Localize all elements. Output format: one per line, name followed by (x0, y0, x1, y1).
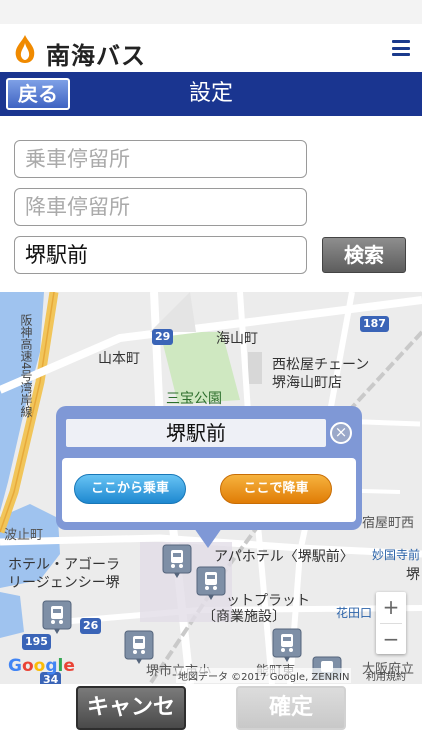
map-label: ホテル・アゴーラ (8, 557, 120, 573)
google-logo-letter: g (45, 656, 58, 676)
route-shield: 187 (360, 316, 389, 332)
map-label: 花田口 (336, 606, 373, 620)
map-label: 山本町 (98, 351, 140, 367)
map-label: 阪神高速4号湾岸線 (19, 314, 33, 418)
close-icon[interactable]: × (330, 422, 352, 444)
google-logo: Google (8, 656, 75, 676)
title-bar: 設定 戻る (0, 72, 422, 116)
map-label: アパホテル〈堺駅前〉 (214, 549, 354, 565)
google-logo-letter: e (63, 656, 75, 676)
back-button[interactable]: 戻る (6, 78, 70, 110)
cancel-button[interactable]: キャンセル (76, 686, 186, 750)
popup-tail (194, 528, 222, 548)
map-label: 妙国寺前 (372, 548, 421, 562)
bus-stop-marker-icon[interactable] (162, 544, 192, 578)
map-label: 〔商業施設〕 (202, 609, 286, 625)
board-here-button[interactable]: ここから乗車 (74, 474, 186, 504)
map-label: 西松屋チェーン (272, 357, 370, 373)
popup-body: ここから乗車 ここで降車 (62, 458, 356, 522)
search-button[interactable]: 検索 (322, 237, 406, 273)
map-label: 海山町 (216, 331, 258, 347)
brand-bar: 南海バス (0, 24, 422, 72)
google-logo-letter: o (21, 656, 34, 676)
route-shield: 195 (22, 634, 51, 650)
board-stop-field[interactable]: 乗車停留所 (14, 140, 307, 178)
bus-stop-marker-icon[interactable] (42, 600, 72, 634)
confirm-button[interactable]: 確定 (236, 686, 346, 730)
google-logo-letter: G (8, 656, 22, 676)
map-attribution: 地図データ ©2017 Google, ZENRIN (176, 668, 352, 683)
alight-here-button[interactable]: ここで降車 (220, 474, 332, 504)
bus-stop-marker-icon[interactable] (124, 630, 154, 664)
brand-name: 南海バス (46, 42, 146, 70)
map-label: 波止町 (4, 528, 44, 543)
map-label: リージェンシー堺 (8, 575, 120, 591)
hamburger-menu-icon[interactable] (392, 40, 410, 56)
zoom-in-button[interactable]: + (376, 592, 406, 623)
stop-search-input[interactable]: 堺駅前 (14, 236, 307, 274)
map-label: 堺海山町店 (272, 375, 342, 391)
zoom-control: + − (376, 592, 406, 654)
alight-stop-field[interactable]: 降車停留所 (14, 188, 307, 226)
map-label: 三宝公園 (166, 391, 222, 407)
map-label: 宿屋町西 (362, 516, 415, 531)
route-shield: 26 (80, 618, 102, 634)
map-label: 堺 (406, 567, 420, 583)
nankai-flame-logo-icon (15, 35, 35, 63)
popup-stop-name: 堺駅前 (66, 419, 326, 447)
stop-popup: 堺駅前 × ここから乗車 ここで降車 (56, 406, 362, 530)
bus-stop-marker-icon[interactable] (196, 566, 226, 600)
terms-link[interactable]: 利用規約 (366, 668, 406, 683)
bus-stop-marker-icon[interactable] (272, 628, 302, 662)
route-shield: 29 (152, 329, 174, 345)
status-strip (0, 0, 422, 24)
zoom-out-button[interactable]: − (376, 624, 406, 655)
google-logo-text: Google (8, 656, 75, 676)
google-logo-letter: o (33, 656, 46, 676)
